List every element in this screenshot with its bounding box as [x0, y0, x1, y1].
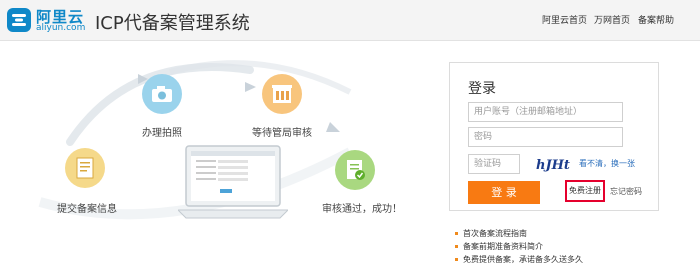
- captcha-input[interactable]: 验证码: [468, 154, 520, 174]
- document-icon: [76, 157, 94, 179]
- step-submit-label: 提交备案信息: [57, 204, 117, 215]
- captcha-text: hJHt: [536, 158, 570, 173]
- step-submit-circle: [65, 148, 105, 188]
- logo-domain-text: aliyun.com: [36, 23, 86, 33]
- laptop-illustration: [178, 145, 288, 219]
- step-review-label: 等待管局审核: [252, 128, 312, 139]
- help-link-text: 首次备案流程指南: [463, 229, 527, 238]
- camera-icon: [152, 86, 172, 102]
- account-input[interactable]: 用户账号（注册邮箱地址）: [468, 102, 623, 122]
- help-link-item[interactable]: 备案前期准备资料简介: [455, 241, 543, 252]
- nav-wanwang-home[interactable]: 万网首页: [594, 13, 630, 26]
- top-header: 阿里云 aliyun.com ICP代备案管理系统 阿里云首页 万网首页 备案帮…: [0, 0, 700, 41]
- approved-document-icon: [347, 160, 365, 180]
- step-photo-circle: [142, 74, 182, 114]
- help-link-text: 免费提供备案，承诺备多久送多久: [463, 255, 583, 264]
- bullet-icon: [455, 245, 458, 248]
- help-link-item[interactable]: 免费提供备案，承诺备多久送多久: [455, 254, 583, 265]
- bullet-icon: [455, 258, 458, 261]
- aliyun-logo-icon: [7, 8, 31, 32]
- nav-aliyun-home[interactable]: 阿里云首页: [542, 13, 587, 26]
- system-title: ICP代备案管理系统: [95, 13, 250, 34]
- step-photo-label: 办理拍照: [142, 128, 182, 139]
- login-title: 登录: [468, 81, 496, 97]
- free-register-link[interactable]: 免费注册: [565, 180, 605, 202]
- forgot-password-link[interactable]: 忘记密码: [610, 186, 642, 197]
- bullet-icon: [455, 232, 458, 235]
- help-link-item[interactable]: 首次备案流程指南: [455, 228, 527, 239]
- refresh-captcha-link[interactable]: 看不清，换一张: [579, 158, 635, 169]
- step-approved-label: 审核通过，成功！: [322, 204, 402, 215]
- help-link-text: 备案前期准备资料简介: [463, 242, 543, 251]
- nav-filing-help[interactable]: 备案帮助: [638, 13, 674, 26]
- password-input[interactable]: 密码: [468, 127, 623, 147]
- captcha-image[interactable]: hJHt: [534, 155, 574, 173]
- step-review-circle: [262, 74, 302, 114]
- step-approved-circle: [335, 150, 375, 190]
- building-icon: [272, 85, 292, 103]
- login-panel: 登录 用户账号（注册邮箱地址） 密码 验证码 hJHt 看不清，换一张 登 录 …: [449, 62, 659, 211]
- login-button[interactable]: 登 录: [468, 181, 540, 204]
- aliyun-logo[interactable]: 阿里云 aliyun.com: [6, 5, 90, 35]
- filing-process-illustration: 提交备案信息 办理拍照 等待管局审核 审核通过，成功！: [20, 52, 420, 262]
